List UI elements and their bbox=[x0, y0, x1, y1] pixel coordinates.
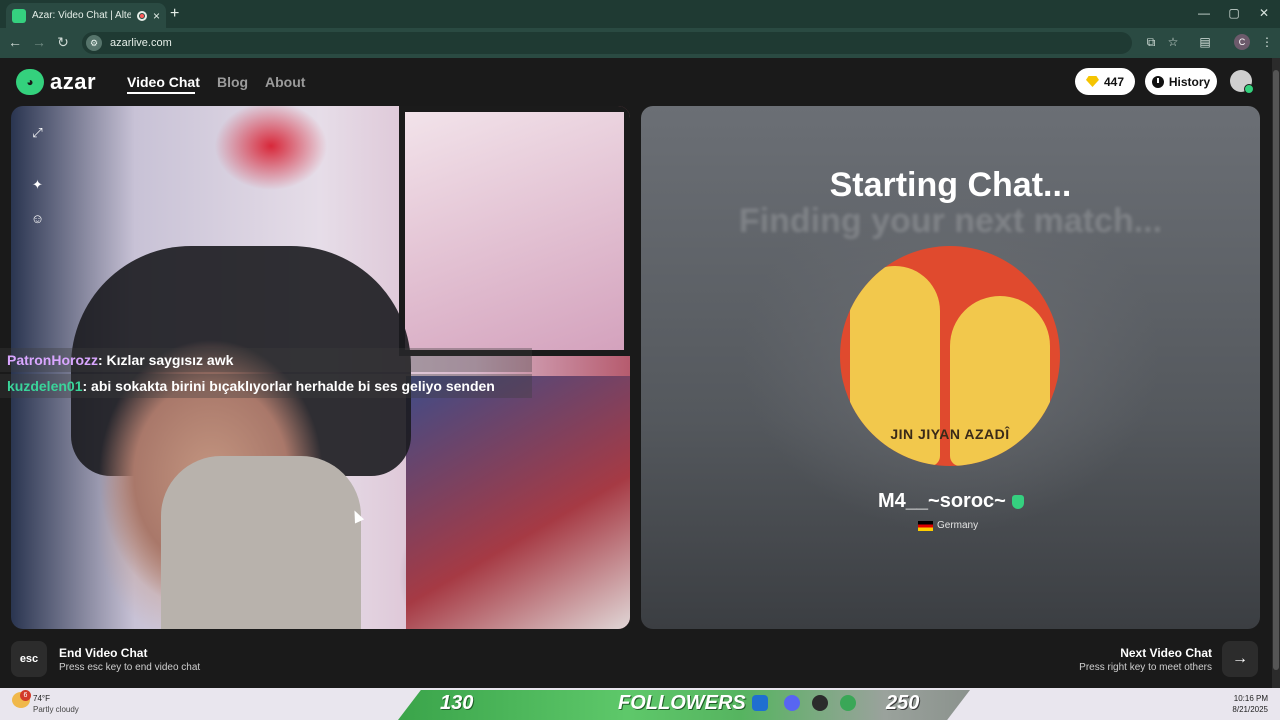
weather-temperature[interactable]: 74°F bbox=[33, 694, 50, 703]
browser-tab[interactable]: Azar: Video Chat | Alternati × bbox=[6, 3, 166, 28]
end-chat-button[interactable]: esc bbox=[11, 641, 47, 677]
logo-text: azar bbox=[50, 69, 97, 94]
nav-blog[interactable]: Blog bbox=[217, 74, 248, 90]
address-bar[interactable]: ⚙ azarlive.com bbox=[82, 32, 1132, 54]
user-avatar[interactable] bbox=[1230, 70, 1254, 94]
sticker-icon[interactable]: ☺ bbox=[30, 211, 45, 226]
wall-art bbox=[406, 376, 630, 629]
discord-app-icon[interactable] bbox=[784, 695, 800, 711]
germany-flag-icon bbox=[918, 520, 933, 531]
nav-active-underline bbox=[127, 92, 195, 94]
outlook-app-icon[interactable] bbox=[752, 695, 768, 711]
side-panel-icon[interactable]: ▤ bbox=[1196, 35, 1214, 49]
end-chat-hint: Press esc key to end video chat bbox=[59, 662, 201, 673]
recording-icon bbox=[136, 10, 147, 21]
next-chat-hint: Press right key to meet others bbox=[1079, 662, 1212, 673]
maximize-icon[interactable]: ▢ bbox=[1224, 6, 1244, 20]
match-username: M4__~soroc~ bbox=[878, 490, 1024, 513]
nav-video-chat[interactable]: Video Chat bbox=[127, 74, 200, 90]
expand-icon[interactable]: ⤢ bbox=[30, 125, 45, 140]
azar-favicon-icon bbox=[12, 8, 26, 23]
photo-caption: JIN JIYAN AZADÎ bbox=[890, 426, 1010, 442]
chat-username: PatronHorozz bbox=[7, 352, 98, 368]
chrome-app-icon[interactable] bbox=[840, 695, 856, 711]
wall-poster bbox=[399, 106, 630, 356]
history-label: History bbox=[1168, 74, 1211, 89]
person-shirt bbox=[161, 456, 361, 629]
browser-menu-icon[interactable]: ⋮ bbox=[1258, 35, 1276, 49]
browser-profile-avatar[interactable]: C bbox=[1234, 34, 1250, 50]
followers-current: 130 bbox=[440, 692, 474, 714]
browser-tab-strip bbox=[0, 0, 1280, 28]
minimize-icon[interactable]: — bbox=[1194, 6, 1214, 20]
status-title: Starting Chat... bbox=[829, 166, 1072, 204]
tab-close-icon[interactable]: × bbox=[153, 9, 160, 23]
clock-icon bbox=[1151, 75, 1164, 88]
sparkle-icon[interactable]: ✦ bbox=[30, 177, 45, 192]
next-chat-button[interactable]: → bbox=[1222, 641, 1258, 677]
followers-goal: 250 bbox=[886, 692, 920, 714]
obs-app-icon[interactable] bbox=[812, 695, 828, 711]
site-info-icon[interactable]: ⚙ bbox=[86, 35, 102, 51]
match-country: Germany bbox=[918, 520, 978, 531]
next-chat-title: Next Video Chat bbox=[1120, 646, 1212, 660]
chat-text: : Kızlar saygısız awk bbox=[98, 352, 234, 368]
match-profile-photo: JIN JIYAN AZADÎ bbox=[840, 246, 1060, 466]
scrollbar-thumb[interactable] bbox=[1273, 70, 1279, 670]
weather-alert-badge: 6 bbox=[20, 690, 31, 701]
chat-message: kuzdelen01 : abi sokakta birini bıçaklıy… bbox=[0, 374, 532, 398]
country-name: Germany bbox=[937, 520, 979, 531]
gem-icon bbox=[1085, 76, 1099, 87]
chat-message: PatronHorozz : Kızlar saygısız awk bbox=[0, 348, 532, 372]
end-chat-title: End Video Chat bbox=[59, 646, 148, 660]
bookmark-star-icon[interactable]: ☆ bbox=[1164, 35, 1182, 49]
window-close-icon[interactable]: ✕ bbox=[1254, 6, 1274, 20]
azar-logo-icon: ◕ bbox=[16, 69, 44, 95]
match-name-text: M4__~soroc~ bbox=[878, 490, 1006, 512]
system-clock-date[interactable]: 8/21/2025 bbox=[1200, 705, 1268, 714]
azar-logo[interactable]: ◕ azar bbox=[16, 69, 96, 95]
weather-description[interactable]: Partly cloudy bbox=[33, 705, 79, 714]
back-icon[interactable]: ← bbox=[6, 34, 24, 50]
new-tab-button[interactable]: + bbox=[170, 5, 179, 23]
verified-shield-icon bbox=[1011, 494, 1024, 509]
install-app-icon[interactable]: ⧉ bbox=[1142, 35, 1160, 50]
nav-about[interactable]: About bbox=[265, 74, 305, 90]
status-subtitle: Finding your next match... bbox=[738, 202, 1163, 240]
chat-text: : abi sokakta birini bıçaklıyorlar herha… bbox=[82, 378, 495, 394]
followers-label: FOLLOWERS bbox=[618, 692, 746, 714]
tab-title: Azar: Video Chat | Alternati bbox=[32, 10, 131, 21]
gems-count: 447 bbox=[1103, 74, 1125, 89]
reload-icon[interactable]: ↻ bbox=[54, 34, 72, 51]
chat-username: kuzdelen01 bbox=[7, 378, 83, 394]
gems-button[interactable]: 447 bbox=[1075, 68, 1135, 95]
history-button[interactable]: History bbox=[1145, 68, 1217, 95]
url-text: azarlive.com bbox=[110, 37, 172, 49]
system-clock-time[interactable]: 10:16 PM bbox=[1200, 694, 1268, 703]
forward-icon[interactable]: → bbox=[30, 34, 48, 50]
